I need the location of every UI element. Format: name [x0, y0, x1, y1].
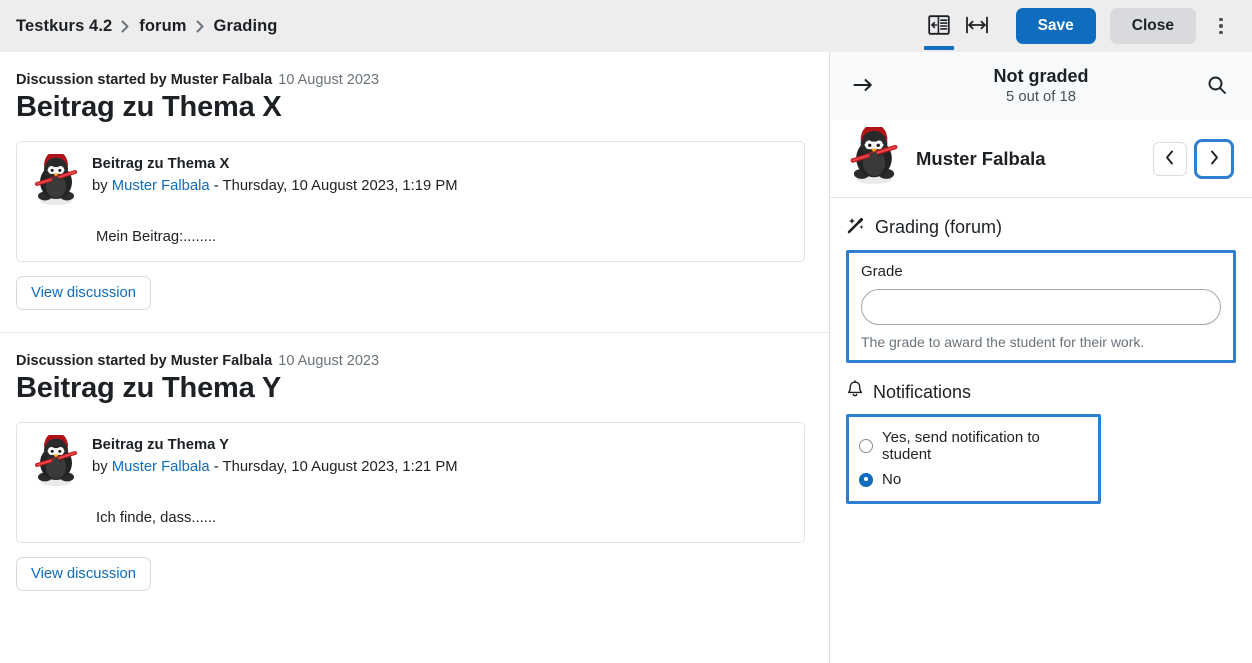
grading-app: Testkurs 4.2 forum Grading Save Close Di…: [0, 0, 1252, 663]
post-timestamp: Thursday, 10 August 2023, 1:19 PM: [222, 177, 458, 194]
search-icon-button[interactable]: [1200, 69, 1234, 103]
view-discussion-button[interactable]: View discussion: [16, 276, 152, 310]
arrow-right-icon-button[interactable]: [846, 69, 880, 103]
user-avatar-penguin: [846, 124, 902, 190]
post-body: Ich finde, dass......: [96, 510, 217, 526]
kebab-dot: [1219, 17, 1223, 22]
breadcrumb-item-course[interactable]: Testkurs 4.2: [16, 17, 112, 36]
breadcrumb-item-grading: Grading: [213, 16, 278, 35]
notifications-radio-group: Yes, send notification to student No: [846, 414, 1101, 504]
byline-by-word: by: [92, 458, 108, 475]
post-header: Beitrag zu Thema Y by Muster Falbala - T…: [31, 432, 790, 492]
post-header: Beitrag zu Thema X by Muster Falbala - T…: [31, 151, 790, 211]
grading-title-label: Grading (forum): [875, 217, 1003, 237]
notification-option-yes[interactable]: Yes, send notification to student: [859, 425, 1088, 467]
discussion-started-by: Discussion started by Muster Falbala: [16, 72, 273, 88]
top-bar-actions: Save Close: [920, 6, 1238, 50]
user-avatar-penguin: [31, 432, 81, 492]
byline-by-word: by: [92, 177, 108, 194]
post-card: Beitrag zu Thema Y by Muster Falbala - T…: [16, 422, 805, 543]
post-header-text: Beitrag zu Thema Y by Muster Falbala - T…: [92, 435, 458, 478]
save-button[interactable]: Save: [1015, 8, 1096, 44]
chevron-right-icon: [121, 19, 130, 33]
discussion-title: Beitrag zu Thema Y: [16, 372, 281, 404]
notifications-section-title: Notifications: [846, 380, 1236, 404]
magic-wand-icon: [846, 215, 866, 240]
radio-no-indicator[interactable]: [859, 472, 873, 487]
post-author-link[interactable]: Muster Falbala: [112, 178, 210, 194]
grading-progress-count: 5 out of 18: [1006, 88, 1076, 105]
notifications-title-label: Notifications: [873, 381, 972, 402]
grade-label: Grade: [861, 263, 903, 280]
chevron-right-icon: [196, 19, 205, 33]
top-bar: Testkurs 4.2 forum Grading Save Close: [0, 0, 1252, 52]
graded-user-name: Muster Falbala: [916, 147, 1046, 169]
discussion-started-by: Discussion started by Muster Falbala: [16, 353, 273, 369]
kebab-menu-icon-button[interactable]: [1204, 6, 1238, 46]
horizontal-resize-icon: [965, 15, 989, 38]
chevron-right-icon: [1209, 150, 1219, 168]
horizontal-resize-icon-button[interactable]: [958, 6, 996, 46]
grading-section: Grading (forum) Grade The grade to award…: [830, 215, 1252, 504]
user-navigation: [1153, 138, 1234, 179]
close-button[interactable]: Close: [1109, 8, 1196, 44]
discussion-meta: Discussion started by Muster Falbala 10 A…: [16, 353, 805, 369]
grade-field-group: Grade The grade to award the student for…: [846, 250, 1236, 363]
search-icon: [1207, 75, 1227, 98]
discussion-date: 10 August 2023: [278, 353, 380, 369]
notification-option-yes-label: Yes, send notification to student: [882, 429, 1040, 463]
post-subject: Beitrag zu Thema X: [92, 156, 230, 172]
post-card: Beitrag zu Thema X by Muster Falbala - T…: [16, 141, 805, 262]
discussion-date: 10 August 2023: [278, 72, 380, 88]
bell-icon: [846, 380, 864, 404]
grading-panel: Not graded 5 out of 18 Muster Falbala Gr…: [829, 52, 1252, 663]
next-user-button[interactable]: [1194, 138, 1234, 179]
post-body: Mein Beitrag:........: [96, 229, 217, 245]
discussion-meta: Discussion started by Muster Falbala 10 A…: [16, 72, 805, 88]
kebab-dot: [1219, 24, 1223, 28]
view-discussion-button[interactable]: View discussion: [16, 557, 152, 591]
panel-collapse-icon: [927, 14, 950, 38]
discussion-item: Discussion started by Muster Falbala 10 A…: [0, 52, 829, 332]
discussion-item: Discussion started by Muster Falbala 10 A…: [0, 332, 829, 613]
discussion-list: Discussion started by Muster Falbala 10 A…: [0, 52, 829, 663]
chevron-left-icon: [1165, 150, 1175, 168]
post-author-link[interactable]: Muster Falbala: [112, 459, 210, 475]
byline-separator: -: [213, 458, 219, 475]
grading-panel-header: Not graded 5 out of 18: [830, 52, 1252, 120]
post-header-text: Beitrag zu Thema X by Muster Falbala - T…: [92, 154, 458, 197]
grade-input[interactable]: [861, 289, 1221, 325]
post-subject: Beitrag zu Thema Y: [92, 437, 230, 453]
byline-separator: -: [213, 177, 219, 194]
graded-user-row: Muster Falbala: [830, 120, 1252, 198]
discussion-title: Beitrag zu Thema X: [16, 91, 282, 123]
kebab-dot: [1219, 30, 1223, 35]
status-badge: Not graded: [993, 66, 1089, 87]
post-timestamp: Thursday, 10 August 2023, 1:21 PM: [222, 458, 458, 475]
breadcrumb-item-forum[interactable]: forum: [139, 17, 186, 36]
post-byline: by Muster Falbala - Thursday, 10 August …: [92, 457, 458, 478]
breadcrumb: Testkurs 4.2 forum Grading: [16, 17, 277, 36]
notification-option-no-label: No: [882, 471, 902, 488]
grade-help-text: The grade to award the student for their…: [861, 334, 1145, 350]
radio-yes-indicator[interactable]: [859, 439, 873, 453]
arrow-right-icon: [853, 77, 873, 96]
grading-status-block: Not graded 5 out of 18: [830, 65, 1252, 107]
notification-option-no[interactable]: No: [859, 467, 1088, 492]
post-byline: by Muster Falbala - Thursday, 10 August …: [92, 176, 458, 197]
user-avatar-penguin: [31, 151, 81, 211]
panel-collapse-icon-button[interactable]: [920, 6, 958, 50]
grading-section-title: Grading (forum): [846, 215, 1236, 240]
previous-user-button[interactable]: [1153, 141, 1187, 176]
